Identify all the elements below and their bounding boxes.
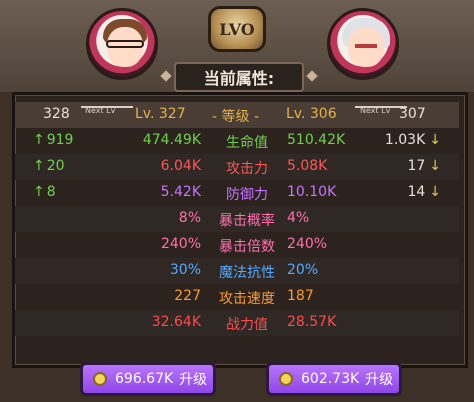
coin-icon [93, 372, 107, 386]
stat-label: 攻击速度 [219, 291, 275, 307]
level-badge-text: LVO [219, 19, 255, 39]
glasses-icon [106, 40, 144, 48]
upgrade-cost: 696.67K [115, 371, 174, 387]
stat-label: 防御力 [226, 187, 268, 203]
stat-row: ↑ 8 5.42K 防御力 10.10K 14 ↓ [15, 180, 459, 206]
player-level: Lv. 327 [135, 106, 186, 122]
opponent-eye-icon [355, 44, 377, 48]
upgrade-label: 升级 [179, 372, 208, 388]
stat-label: 魔法抗性 [219, 265, 275, 281]
player-gain-value: 919 [46, 132, 74, 148]
player-stat-value: 474.49K [142, 132, 201, 148]
stat-row: ↑ 20 6.04K 攻击力 5.08K 17 ↓ [15, 154, 459, 180]
up-arrow-icon: ↑ [33, 132, 45, 148]
level-badge-icon: LVO [208, 6, 266, 52]
stat-label: 攻击力 [226, 161, 268, 177]
stat-label: 生命值 [226, 135, 268, 151]
opponent-stat-value: 28.57K [287, 314, 337, 330]
player-gain-value: 20 [46, 158, 65, 174]
opponent-gain-value: 1.03K [384, 132, 426, 148]
player-stat-value: 240% [160, 236, 201, 252]
player-stat-value: 227 [174, 288, 201, 304]
opponent-avatar[interactable] [327, 8, 399, 80]
opponent-gain-value: 17 [407, 158, 426, 174]
opponent-upgrade-button[interactable]: 602.73K 升级 [266, 362, 402, 396]
upgrade-cost: 602.73K [301, 371, 360, 387]
stat-row: 240% 暴击倍数 240% [15, 232, 459, 258]
arrow-left-icon [81, 106, 133, 108]
opponent-next-level: 307 [399, 106, 426, 122]
opponent-gain: 14 ↓ [407, 184, 441, 200]
player-gain-value: 8 [46, 184, 56, 200]
opponent-gain-value: 14 [407, 184, 426, 200]
player-gain: ↑ 20 [33, 158, 65, 174]
level-row: 328 Next Lv Lv. 327 - 等级 - Lv. 306 Next … [15, 102, 459, 128]
player-stat-value: 32.64K [151, 314, 201, 330]
opponent-gain: 1.03K ↓ [385, 132, 441, 148]
player-avatar[interactable] [86, 8, 158, 80]
opponent-stat-value: 240% [287, 236, 328, 252]
player-stat-value: 30% [169, 262, 201, 278]
player-stat-value: 6.04K [160, 158, 201, 174]
opponent-gain: 17 ↓ [407, 158, 441, 174]
coin-icon [279, 372, 293, 386]
level-label: - 等级 - [212, 109, 260, 125]
player-upgrade-button[interactable]: 696.67K 升级 [80, 362, 216, 396]
stat-row: 227 攻击速度 187 [15, 284, 459, 310]
player-stat-value: 8% [178, 210, 201, 226]
up-arrow-icon: ↑ [33, 158, 45, 174]
stat-row: 30% 魔法抗性 20% [15, 258, 459, 284]
player-gain: ↑ 919 [33, 132, 73, 148]
page-title: 当前属性: [203, 69, 275, 88]
opponent-stat-value: 20% [287, 262, 319, 278]
opponent-stat-value: 510.42K [287, 132, 346, 148]
player-stat-value: 5.42K [160, 184, 201, 200]
down-arrow-icon: ↓ [429, 158, 441, 174]
upgrade-label: 升级 [365, 372, 394, 388]
player-next-level: 328 [43, 106, 70, 122]
stat-label: 战力值 [226, 317, 268, 333]
stat-row: 32.64K 战力值 28.57K [15, 310, 459, 336]
opponent-stat-value: 5.08K [287, 158, 328, 174]
opponent-level: Lv. 306 [286, 106, 337, 122]
player-gain: ↑ 8 [33, 184, 56, 200]
stat-row: 8% 暴击概率 4% [15, 206, 459, 232]
stat-label: 暴击概率 [219, 213, 275, 229]
opponent-stat-value: 10.10K [287, 184, 337, 200]
title-ribbon: 当前属性: [160, 62, 318, 92]
opponent-stat-value: 4% [287, 210, 310, 226]
down-arrow-icon: ↓ [429, 184, 441, 200]
up-arrow-icon: ↑ [33, 184, 45, 200]
stat-row: ↑ 919 474.49K 生命值 510.42K 1.03K ↓ [15, 128, 459, 154]
stat-label: 暴击倍数 [219, 239, 275, 255]
down-arrow-icon: ↓ [429, 132, 441, 148]
opponent-stat-value: 187 [287, 288, 314, 304]
